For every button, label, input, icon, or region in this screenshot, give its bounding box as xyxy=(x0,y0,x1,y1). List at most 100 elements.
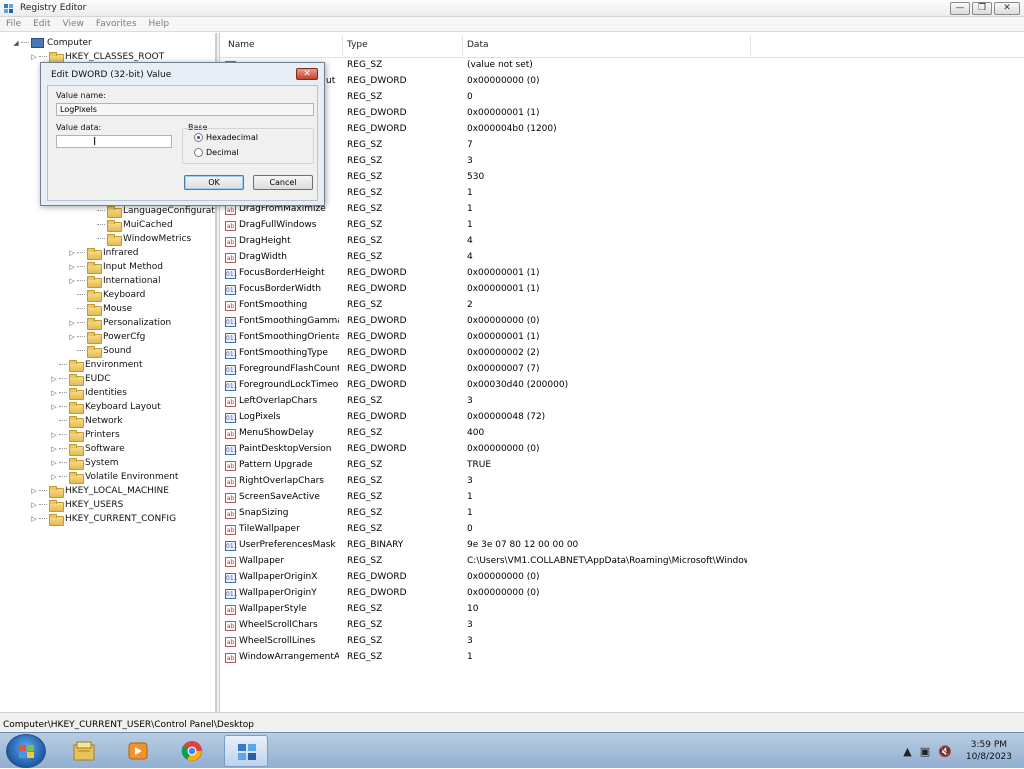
tree-node[interactable]: Environment xyxy=(50,358,142,372)
value-row[interactable]: abREG_SZ(value not set) xyxy=(220,58,1024,74)
value-row[interactable]: abREG_SZ530 xyxy=(220,170,1024,186)
clock[interactable]: 3:59 PM 10/8/2023 xyxy=(966,739,1012,763)
menu-view[interactable]: View xyxy=(57,17,90,31)
menu-file[interactable]: File xyxy=(0,17,27,31)
column-data-header[interactable]: Data xyxy=(467,40,489,50)
tree-node[interactable]: Network xyxy=(50,414,123,428)
tree-node[interactable]: ▷ HKEY_LOCAL_MACHINE xyxy=(30,484,169,498)
tree-node[interactable]: ▷ Infrared xyxy=(68,246,139,260)
value-row[interactable]: 011 ForegroundFlashCount REG_DWORD 0x000000… xyxy=(220,362,1024,378)
expand-arrow-icon[interactable]: ▷ xyxy=(30,487,38,495)
tree-node[interactable]: ▷ HKEY_CURRENT_CONFIG xyxy=(30,512,176,526)
column-divider[interactable] xyxy=(342,36,343,55)
tree-node[interactable]: ◢ Computer xyxy=(12,36,92,49)
taskbar-regedit-button[interactable] xyxy=(224,735,268,767)
menu-help[interactable]: Help xyxy=(143,17,176,31)
value-row[interactable]: 011REG_DWORD0x00000001 (1) xyxy=(220,106,1024,122)
expand-arrow-icon[interactable]: ▷ xyxy=(30,53,38,61)
network-icon[interactable]: ▣ xyxy=(920,745,930,758)
column-divider[interactable] xyxy=(750,36,751,55)
start-button[interactable] xyxy=(6,734,46,768)
value-row[interactable]: abREG_SZ3 xyxy=(220,154,1024,170)
value-row[interactable]: ab ScreenSaveActive REG_SZ 1 xyxy=(220,490,1024,506)
value-row[interactable]: 011 PaintDesktopVersion REG_DWORD 0x0000000… xyxy=(220,442,1024,458)
value-row[interactable]: 011 LogPixels REG_DWORD 0x00000048 (72) xyxy=(220,410,1024,426)
value-row[interactable]: 011 ForegroundLockTimeout REG_DWORD 0x00030… xyxy=(220,378,1024,394)
value-row[interactable]: 011 FontSmoothingGamma REG_DWORD 0x00000000… xyxy=(220,314,1024,330)
value-row[interactable]: abREG_SZ7 xyxy=(220,138,1024,154)
show-hidden-icons-icon[interactable]: ▲ xyxy=(903,745,911,758)
value-row[interactable]: ab MenuShowDelay REG_SZ 400 xyxy=(220,426,1024,442)
dialog-close-button[interactable]: ✕ xyxy=(296,68,318,80)
column-type-header[interactable]: Type xyxy=(347,40,368,50)
expand-arrow-icon[interactable]: ▷ xyxy=(68,249,76,257)
tree-node[interactable]: ▷ HKEY_USERS xyxy=(30,498,123,512)
value-row[interactable]: 011 WallpaperOriginX REG_DWORD 0x00000000 (… xyxy=(220,570,1024,586)
ok-button[interactable]: OK xyxy=(184,175,244,190)
value-row[interactable]: ab LeftOverlapChars REG_SZ 3 xyxy=(220,394,1024,410)
value-row[interactable]: ab WallpaperStyle REG_SZ 10 xyxy=(220,602,1024,618)
value-row[interactable]: 011 FocusBorderWidth REG_DWORD 0x00000001 (… xyxy=(220,282,1024,298)
tree-node[interactable]: ▷ Software xyxy=(50,442,125,456)
value-row[interactable]: ab FontSmoothing REG_SZ 2 xyxy=(220,298,1024,314)
menu-favorites[interactable]: Favorites xyxy=(90,17,143,31)
expand-arrow-icon[interactable]: ▷ xyxy=(50,445,58,453)
column-divider[interactable] xyxy=(462,36,463,55)
value-name-field[interactable]: LogPixels xyxy=(56,103,314,116)
value-row[interactable]: 011REG_DWORD0x00000000 (0) xyxy=(220,74,1024,90)
expand-arrow-icon[interactable]: ▷ xyxy=(50,403,58,411)
tree-node[interactable]: ▷ PowerCfg xyxy=(68,330,145,344)
tree-node[interactable]: Sound xyxy=(68,344,131,358)
value-row[interactable]: 011 FontSmoothingType REG_DWORD 0x00000002 … xyxy=(220,346,1024,362)
tree-node[interactable]: ▷ System xyxy=(50,456,119,470)
expand-arrow-icon[interactable]: ▷ xyxy=(50,459,58,467)
expand-arrow-icon[interactable]: ▷ xyxy=(30,515,38,523)
value-row[interactable]: 011 FocusBorderHeight REG_DWORD 0x00000001 … xyxy=(220,266,1024,282)
taskbar-chrome-button[interactable] xyxy=(170,735,214,767)
value-row[interactable]: ab TileWallpaper REG_SZ 0 xyxy=(220,522,1024,538)
tree-node[interactable]: ▷ Volatile Environment xyxy=(50,470,178,484)
value-row[interactable]: 011 UserPreferencesMask REG_BINARY 9e 3e 07… xyxy=(220,538,1024,554)
tree-node[interactable]: ▷ Identities xyxy=(50,386,127,400)
value-row[interactable]: 011 WallpaperOriginY REG_DWORD 0x00000000 (… xyxy=(220,586,1024,602)
expand-arrow-icon[interactable]: ▷ xyxy=(50,473,58,481)
value-row[interactable]: ab DragWidth REG_SZ 4 xyxy=(220,250,1024,266)
minimize-button[interactable]: — xyxy=(950,2,970,15)
tree-node[interactable]: ▷ International xyxy=(68,274,160,288)
decimal-radio[interactable]: Decimal xyxy=(194,148,239,157)
column-name-header[interactable]: Name xyxy=(228,40,255,50)
value-row[interactable]: abREG_SZ0 xyxy=(220,90,1024,106)
expand-arrow-icon[interactable]: ▷ xyxy=(50,375,58,383)
value-row[interactable]: ab DragHeight REG_SZ 4 xyxy=(220,234,1024,250)
value-row[interactable]: ab WindowArrangementA... REG_SZ 1 xyxy=(220,650,1024,666)
tree-node[interactable]: WindowMetrics xyxy=(88,232,191,246)
expand-arrow-icon[interactable]: ▷ xyxy=(30,501,38,509)
taskbar-media-player-button[interactable] xyxy=(116,735,160,767)
expand-arrow-icon[interactable]: ▷ xyxy=(68,277,76,285)
menu-edit[interactable]: Edit xyxy=(27,17,56,31)
value-row[interactable]: ab SnapSizing REG_SZ 1 xyxy=(220,506,1024,522)
volume-muted-icon[interactable]: 🔇 xyxy=(938,745,952,758)
tree-node[interactable]: ▷ Input Method xyxy=(68,260,163,274)
expand-arrow-icon[interactable]: ▷ xyxy=(50,389,58,397)
tree-node[interactable]: ▷ EUDC xyxy=(50,372,111,386)
close-button[interactable]: ✕ xyxy=(994,2,1020,15)
value-row[interactable]: ab Pattern Upgrade REG_SZ TRUE xyxy=(220,458,1024,474)
tree-node[interactable]: ▷ Printers xyxy=(50,428,120,442)
hexadecimal-radio[interactable]: Hexadecimal xyxy=(194,133,258,142)
tree-node[interactable]: ▷ Keyboard Layout xyxy=(50,400,161,414)
expand-arrow-icon[interactable]: ▷ xyxy=(68,263,76,271)
maximize-button[interactable]: ❐ xyxy=(972,2,992,15)
tree-node[interactable]: MuiCached xyxy=(88,218,173,232)
value-row[interactable]: ab WheelScrollLines REG_SZ 3 xyxy=(220,634,1024,650)
value-row[interactable]: ab Wallpaper REG_SZ C:\Users\VM1.COLLABNET\… xyxy=(220,554,1024,570)
cancel-button[interactable]: Cancel xyxy=(253,175,313,190)
value-row[interactable]: ab DragFromMaximize REG_SZ 1 xyxy=(220,202,1024,218)
expand-arrow-icon[interactable]: ▷ xyxy=(68,333,76,341)
expand-arrow-icon[interactable]: ◢ xyxy=(12,39,20,47)
expand-arrow-icon[interactable]: ▷ xyxy=(50,431,58,439)
value-row[interactable]: 011FontSmoothingOrientat... REG_DWORD 0x00… xyxy=(220,330,1024,346)
value-data-field[interactable] xyxy=(56,135,172,148)
taskbar-explorer-button[interactable] xyxy=(62,735,106,767)
value-row[interactable]: ab RightOverlapChars REG_SZ 3 xyxy=(220,474,1024,490)
